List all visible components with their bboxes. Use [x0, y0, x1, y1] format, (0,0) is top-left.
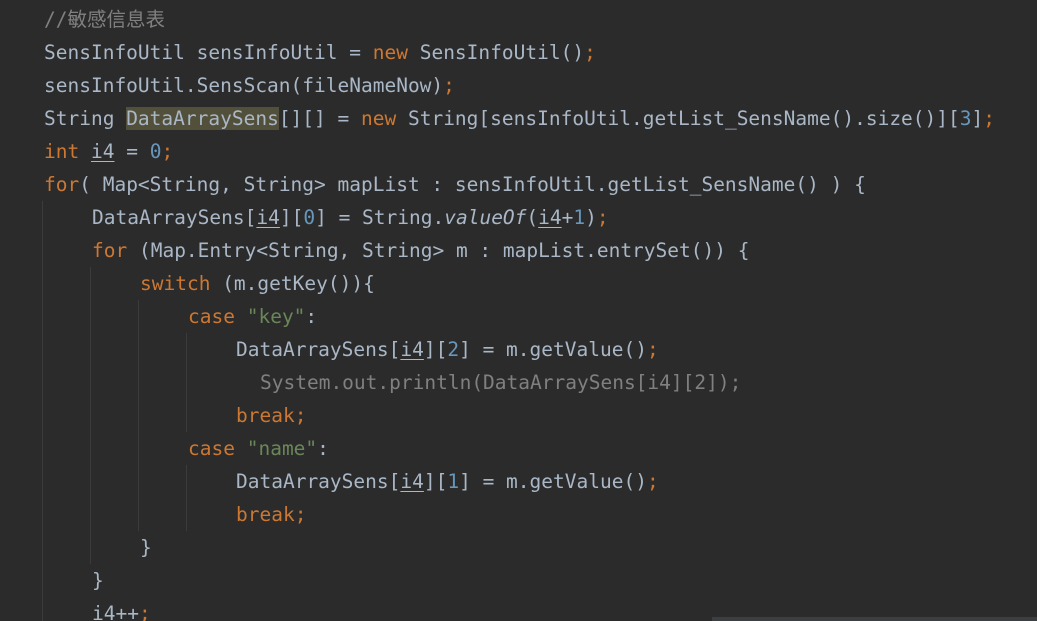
- code-line[interactable]: case "key":: [188, 300, 317, 333]
- code-line[interactable]: System.out.println(DataArraySens[i4][2])…: [260, 366, 741, 399]
- indent-guide: [186, 465, 187, 531]
- code-token: ;: [138, 602, 151, 621]
- code-token: ;: [646, 470, 659, 493]
- code-token: 1: [447, 470, 460, 493]
- code-token: 2: [447, 338, 460, 361]
- code-token: }: [140, 536, 152, 559]
- code-token: (Map.Entry<String, String> m : mapList.e…: [127, 239, 750, 262]
- code-token: i4: [256, 206, 280, 229]
- code-line[interactable]: for (Map.Entry<String, String> m : mapLi…: [92, 234, 749, 267]
- code-token: case: [188, 305, 235, 328]
- code-token: SensInfoUtil sensInfoUtil =: [44, 41, 373, 64]
- code-token: String: [44, 107, 127, 130]
- code-token: case: [188, 437, 235, 460]
- code-token: break;: [236, 503, 307, 526]
- code-token: //敏感信息表: [44, 8, 165, 31]
- code-token: ;: [161, 140, 174, 163]
- code-token: (m.getKey()){: [210, 272, 375, 295]
- code-line[interactable]: sensInfoUtil.SensScan(fileNameNow);: [44, 69, 455, 102]
- code-token: DataArraySens[: [236, 338, 401, 361]
- code-token: 0: [303, 206, 316, 229]
- code-line[interactable]: //敏感信息表: [44, 3, 165, 36]
- code-token: i4: [92, 602, 116, 621]
- code-token: new: [372, 41, 408, 64]
- code-token: SensInfoUtil(): [407, 41, 585, 64]
- code-token: i4: [400, 338, 424, 361]
- code-line[interactable]: DataArraySens[i4][0] = String.valueOf(i4…: [92, 201, 609, 234]
- code-token: System.out.println(DataArraySens[i4][2])…: [260, 371, 742, 394]
- code-line[interactable]: }: [92, 564, 104, 597]
- code-token: ): [585, 206, 597, 229]
- code-token: ;: [646, 338, 659, 361]
- code-token: ][: [423, 338, 448, 361]
- code-token: for: [44, 173, 80, 196]
- code-line[interactable]: switch (m.getKey()){: [140, 267, 375, 300]
- code-token: ] = m.getValue(): [459, 338, 647, 361]
- code-token: sensInfoUtil.SensScan(fileNameNow): [44, 74, 444, 97]
- code-token: switch: [140, 272, 211, 295]
- code-line[interactable]: int i4 = 0;: [44, 135, 173, 168]
- code-token: ;: [443, 74, 455, 97]
- code-token: =: [114, 140, 150, 163]
- code-token: "name": [246, 437, 318, 460]
- horizontal-scrollbar[interactable]: [712, 617, 1037, 621]
- code-line[interactable]: DataArraySens[i4][2] = m.getValue();: [236, 333, 659, 366]
- code-line[interactable]: SensInfoUtil sensInfoUtil = new SensInfo…: [44, 36, 596, 69]
- code-token: i4: [538, 206, 562, 229]
- code-token: 0: [149, 140, 162, 163]
- indent-guide: [186, 333, 187, 432]
- code-token: ][: [279, 206, 304, 229]
- code-token: 1: [573, 206, 586, 229]
- code-token: ]: [971, 107, 984, 130]
- code-token: DataArraySens[: [236, 470, 401, 493]
- code-token: +: [561, 206, 574, 229]
- code-token: ] = m.getValue(): [459, 470, 647, 493]
- code-token: i4: [90, 140, 115, 163]
- code-token: }: [92, 569, 104, 592]
- code-token: String[sensInfoUtil.getList_SensName().s…: [396, 107, 960, 130]
- code-token: [][] =: [278, 107, 361, 130]
- code-token: ] = String.: [315, 206, 445, 229]
- code-editor[interactable]: //敏感信息表 SensInfoUtil sensInfoUtil = new S…: [0, 0, 1037, 621]
- code-token: :: [317, 437, 329, 460]
- code-line[interactable]: case "name":: [188, 432, 329, 465]
- code-token: (: [526, 206, 539, 229]
- code-token: :: [305, 305, 318, 328]
- code-line[interactable]: i4++;: [92, 597, 151, 621]
- code-line[interactable]: DataArraySens[i4][1] = m.getValue();: [236, 465, 659, 498]
- code-token: ;: [983, 107, 996, 130]
- indent-guide: [42, 201, 43, 621]
- code-line[interactable]: break;: [236, 498, 306, 531]
- code-token: for: [92, 239, 128, 262]
- code-token: int: [44, 140, 80, 163]
- code-line[interactable]: }: [140, 531, 152, 564]
- code-line[interactable]: String DataArraySens[][] = new String[se…: [44, 102, 995, 135]
- code-line[interactable]: break;: [236, 399, 306, 432]
- code-token: break;: [236, 404, 307, 427]
- code-token: DataArraySens: [126, 107, 279, 130]
- indent-guide: [90, 267, 91, 564]
- code-token: DataArraySens[: [92, 206, 257, 229]
- code-token: ][: [423, 470, 448, 493]
- code-token: new: [361, 107, 397, 130]
- code-token: valueOf: [444, 206, 527, 229]
- code-token: ;: [584, 41, 596, 64]
- code-token: ;: [596, 206, 609, 229]
- code-line[interactable]: for( Map<String, String> mapList : sensI…: [44, 168, 866, 201]
- code-token: ++: [115, 602, 139, 621]
- code-token: "key": [246, 305, 306, 328]
- code-token: 3: [959, 107, 972, 130]
- indent-guide: [138, 300, 139, 531]
- code-token: ( Map<String, String> mapList : sensInfo…: [79, 173, 866, 196]
- code-token: i4: [400, 470, 424, 493]
